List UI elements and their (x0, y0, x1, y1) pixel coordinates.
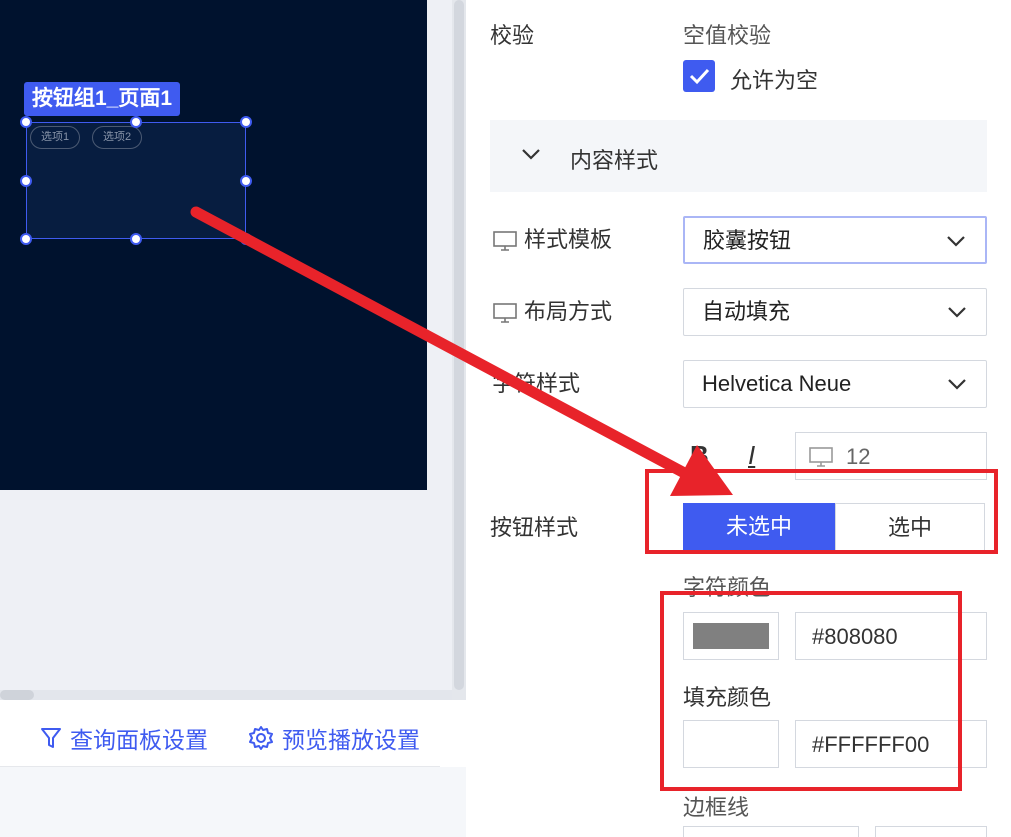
font-family-select[interactable]: Helvetica Neue (683, 360, 987, 408)
preview-play-settings-button[interactable]: 预览播放设置 (248, 720, 420, 756)
resize-handle-bottom-right[interactable] (240, 233, 252, 245)
resize-handle-left[interactable] (20, 175, 32, 187)
validation-label: 校验 (490, 23, 535, 48)
selection-label: 按钮组1_页面1 (24, 82, 181, 116)
check-icon (689, 68, 710, 85)
option-chip[interactable]: 选项2 (92, 126, 143, 149)
workspace: 按钮组1_页面1 选项1 选项2 (0, 0, 452, 700)
annotation-highlight-box (645, 469, 998, 554)
style-template-label: 样式模板 (524, 227, 613, 252)
scrollbar-thumb[interactable] (454, 0, 464, 690)
border-width-input[interactable] (875, 826, 987, 837)
style-template-label-row: 样式模板 (492, 222, 612, 254)
layout-label-row: 布局方式 (492, 294, 612, 326)
content-style-title: 内容样式 (570, 148, 659, 173)
dashboard-canvas[interactable]: 按钮组1_页面1 选项1 选项2 (0, 0, 427, 490)
resize-handle-top[interactable] (130, 116, 142, 128)
style-template-value: 胶囊按钮 (703, 228, 792, 253)
layout-value: 自动填充 (702, 299, 791, 324)
bottom-toolbar: 查询面板设置 预览播放设置 (0, 700, 466, 837)
resize-handle-bottom[interactable] (130, 233, 142, 245)
border-style-select[interactable] (683, 826, 859, 837)
font-family-value: Helvetica Neue (702, 371, 852, 396)
layout-label: 布局方式 (524, 299, 613, 324)
annotation-highlight-box (660, 591, 962, 791)
button-style-label: 按钮样式 (490, 515, 579, 540)
chevron-down-icon (522, 149, 540, 160)
monitor-icon (809, 447, 833, 467)
allow-empty-checkbox[interactable] (683, 60, 715, 92)
option-chip[interactable]: 选项1 (30, 126, 81, 149)
chevron-down-icon (948, 379, 966, 390)
vertical-scrollbar[interactable] (452, 0, 466, 700)
scrollbar-thumb[interactable] (0, 690, 34, 700)
chevron-down-icon (947, 236, 965, 247)
bottom-area (0, 767, 466, 837)
resize-handle-bottom-left[interactable] (20, 233, 32, 245)
bold-button[interactable]: B (690, 440, 709, 471)
query-panel-settings-button[interactable]: 查询面板设置 (40, 720, 208, 756)
filter-icon (41, 728, 61, 748)
layout-select[interactable]: 自动填充 (683, 288, 987, 336)
font-style-label: 字符样式 (492, 371, 581, 396)
monitor-icon (493, 303, 517, 323)
italic-button[interactable]: I (748, 440, 755, 471)
gear-icon (249, 726, 273, 750)
horizontal-scrollbar[interactable] (0, 690, 452, 700)
style-template-select[interactable]: 胶囊按钮 (683, 216, 987, 264)
allow-empty-label: 允许为空 (730, 68, 819, 93)
monitor-icon (493, 231, 517, 251)
empty-check-label: 空值校验 (683, 23, 772, 48)
preview-play-settings-label: 预览播放设置 (282, 727, 420, 753)
border-label: 边框线 (683, 795, 750, 820)
resize-handle-top-left[interactable] (20, 116, 32, 128)
query-panel-settings-label: 查询面板设置 (70, 727, 208, 753)
resize-handle-right[interactable] (240, 175, 252, 187)
button-group-widget[interactable]: 选项1 选项2 (26, 122, 246, 239)
chevron-down-icon (948, 307, 966, 318)
content-style-section-header[interactable]: 内容样式 (490, 120, 987, 192)
resize-handle-top-right[interactable] (240, 116, 252, 128)
